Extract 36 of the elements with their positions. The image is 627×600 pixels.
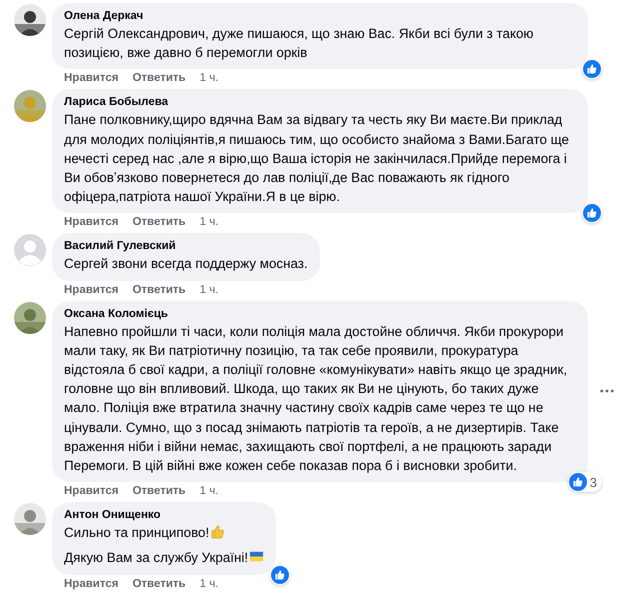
comment-text: Сильно та принципово!: [64, 525, 210, 540]
reaction-count: 3: [590, 474, 598, 490]
comment-text: Сергій Олександрович, дуже пишаюся, що знаю Вас. Якби всі були з такою позицією, вже давно б перемогли орків: [64, 26, 534, 60]
reply-link[interactable]: Ответить: [132, 484, 186, 502]
comment-text: Сергей звони всегда поддержу мосназ.: [64, 256, 308, 272]
thumbs-up-icon: [568, 473, 587, 492]
like-link[interactable]: Нравится: [64, 71, 118, 90]
comment-text: Пане полковнику,щиро вдячна Вам за відвагу та честь яку Ви маєте.Ви приклад для молодих поліціянтів,я пишаюсь тим, що особисто знайома з Вами.Багато ще нечесті серед нас ,але я вірю,що Ваша історія не закінчилася.Прийде перемога і Ви обовʼязково повернетеся до лав поліції,де Вас поважають як гідного офіцера,патріота нашої України.Я в це вірю.: [64, 112, 569, 204]
comment-time[interactable]: 1 ч.: [200, 215, 218, 234]
comment-text: Напевно пройшли ті часи, коли поліція мала достойне обличчя. Якби прокурори мали таку, як Ви патріотичну позицію, та так себе проявили, прокуратура відстояла б свої кадри, а поліції головне «комунікувати» навіть якщо це зрадник, головне що він впливовий. Шкода, що таких як Ви не цінують, бо таких дуже мало. Поліція вже втратила значну частину своїх кадрів саме через те що не цінували. Сумно, що з посад знімають патріотів та героїв, а не дизертирів. Таке враження ніби і війни немає, захищають свої портфелі, а не працюють заради Перемоги. В цій війні вже кожен себе показав пора б і висновки зробити.: [64, 324, 568, 474]
comment-time[interactable]: 1 ч.: [200, 71, 218, 90]
author-name[interactable]: Василий Гулевский: [64, 239, 308, 254]
author-name[interactable]: Оксана Коломієць: [64, 306, 576, 322]
reaction-badge[interactable]: [270, 564, 290, 585]
comment-text: Дякую Вам за службу Україні!: [64, 550, 248, 566]
reply-link[interactable]: Ответить: [132, 576, 186, 595]
like-link[interactable]: Нравится: [64, 576, 118, 595]
author-name[interactable]: Олена Деркач: [64, 9, 576, 24]
thumbs-up-icon: [583, 204, 601, 222]
comment-time[interactable]: 1 ч.: [200, 282, 218, 301]
more-icon[interactable]: [600, 389, 614, 394]
author-name[interactable]: Антон Онищенко: [64, 508, 264, 524]
comment-time[interactable]: 1 ч.: [200, 576, 218, 595]
like-link[interactable]: Нравится: [64, 215, 118, 234]
reply-link[interactable]: Ответить: [132, 282, 186, 301]
reaction-badge[interactable]: 3: [568, 472, 602, 492]
like-link[interactable]: Нравится: [64, 282, 118, 301]
thumbs-up-icon: [583, 60, 601, 78]
reply-link[interactable]: Ответить: [132, 215, 186, 234]
like-link[interactable]: Нравится: [64, 484, 118, 502]
reply-link[interactable]: Ответить: [132, 71, 186, 90]
reaction-badge[interactable]: [582, 59, 602, 80]
thumbs-up-icon: [271, 566, 290, 584]
reaction-badge[interactable]: [582, 203, 602, 224]
comment-time[interactable]: 1 ч.: [200, 484, 218, 502]
author-name[interactable]: Лариса Бобылева: [64, 95, 576, 110]
